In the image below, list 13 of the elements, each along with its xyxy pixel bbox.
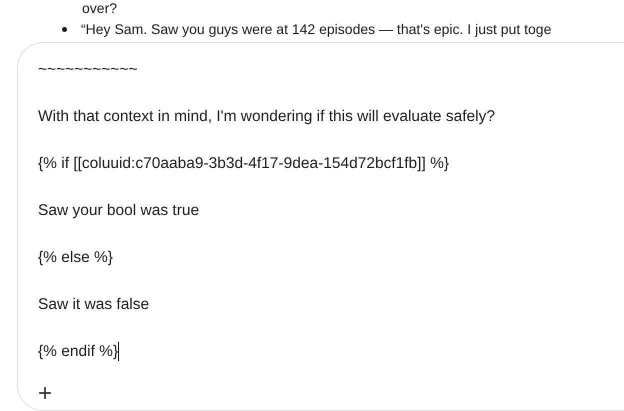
message-text: over? [82, 0, 118, 17]
editor-card[interactable] [17, 42, 624, 411]
bullet-icon [62, 27, 67, 32]
editor-line: {% if [[coluuid:c70aaba9-3b3d-4f17-9dea-154d72bcf1fb]] %} [38, 154, 450, 174]
add-button[interactable]: + [38, 383, 56, 405]
editor-line: ~~~~~~~~~~~ [38, 60, 138, 80]
text-cursor [118, 342, 120, 361]
editor-line: Saw your bool was true [38, 201, 200, 221]
editor-line: Saw it was false [38, 295, 150, 315]
editor-line: {% else %} [38, 248, 113, 268]
editor-line: {% endif %} [38, 342, 118, 362]
message-text: “Hey Sam. Saw you guys were at 142 episodes — that's epic. I just put toge [81, 21, 552, 38]
editor-line: With that context in mind, I'm wondering if this will evaluate safely? [38, 107, 495, 127]
